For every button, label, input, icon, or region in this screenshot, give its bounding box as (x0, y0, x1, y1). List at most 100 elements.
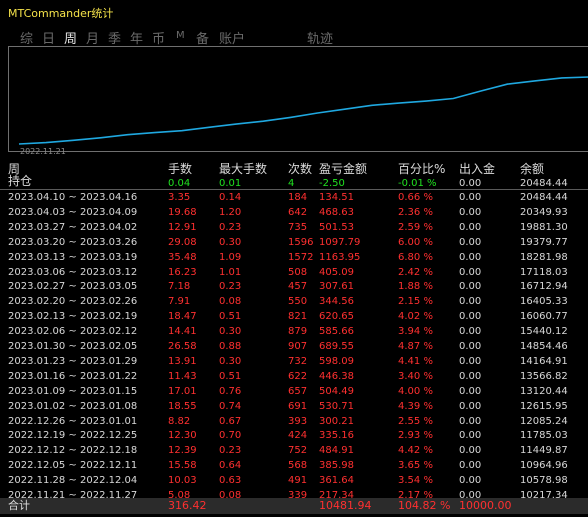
row-pct: 4.00 % (398, 385, 433, 397)
row-pct: 4.41 % (398, 355, 433, 367)
row-pct: 2.15 % (398, 296, 433, 308)
row-period: 2022.12.05 ~ 2022.12.11 (8, 460, 138, 472)
row-count: 393 (288, 415, 308, 427)
table-row[interactable]: 2023.01.30 ~ 2023.02.05 26.58 0.88 907 689.5… (0, 340, 588, 353)
table-row[interactable]: 2022.11.28 ~ 2022.12.04 10.03 0.63 491 361.6… (0, 474, 588, 487)
table-row[interactable]: 2022.12.19 ~ 2022.12.25 12.30 0.70 424 335.1… (0, 429, 588, 442)
table-row[interactable]: 2023.02.27 ~ 2023.03.05 7.18 0.23 457 307.61… (0, 280, 588, 293)
row-count: 732 (288, 355, 308, 367)
table-row[interactable]: 2023.02.20 ~ 2023.02.26 7.91 0.08 550 344.56… (0, 295, 588, 308)
row-period: 2023.02.06 ~ 2023.02.12 (8, 326, 138, 338)
total-label: 合计 (8, 499, 30, 512)
table-row[interactable]: 2023.03.27 ~ 2023.04.02 12.91 0.23 735 501.5… (0, 221, 588, 234)
row-period: 2023.02.13 ~ 2023.02.19 (8, 311, 138, 323)
table-row[interactable]: 2023.01.02 ~ 2023.01.08 18.55 0.74 691 530.7… (0, 400, 588, 413)
row-pct: 3.54 % (398, 475, 433, 487)
row-balance: 10578.98 (520, 475, 568, 487)
table-row[interactable]: 2023.01.09 ~ 2023.01.15 17.01 0.76 657 504.4… (0, 385, 588, 398)
row-lots: 16.23 (168, 266, 197, 278)
row-count: 907 (288, 341, 308, 352)
row-pl: 446.38 (319, 370, 354, 382)
tab-day[interactable]: 日 (42, 28, 55, 47)
row-io: 0.00 (459, 355, 482, 367)
row-count: 550 (288, 296, 308, 308)
tab-year[interactable]: 年 (130, 28, 143, 47)
table-row[interactable]: 2023.02.13 ~ 2023.02.19 18.47 0.51 821 620.6… (0, 310, 588, 323)
tab-quarter[interactable]: 季 (108, 28, 121, 47)
row-pl: 134.51 (319, 192, 354, 203)
window-title: MTCommander统计 (8, 7, 114, 20)
row-balance: 12085.24 (520, 415, 568, 427)
tab-account[interactable]: 账户 (219, 28, 245, 47)
row-pl: 307.61 (319, 281, 354, 293)
row-io: 0.00 (459, 221, 482, 233)
table-row[interactable]: 2023.02.06 ~ 2023.02.12 14.41 0.30 879 585.6… (0, 325, 588, 338)
row-pct: 6.00 % (398, 236, 433, 248)
row-pct: 6.80 % (398, 251, 433, 263)
row-balance: 20349.93 (520, 206, 568, 218)
row-pct: 2.42 % (398, 266, 433, 278)
tab-overview[interactable]: 综 (20, 28, 33, 47)
row-pl: 598.09 (319, 355, 354, 367)
table-row[interactable]: 2023.01.23 ~ 2023.01.29 13.91 0.30 732 598.0… (0, 355, 588, 368)
row-pct: 1.88 % (398, 281, 433, 293)
row-pl: 689.55 (319, 341, 354, 352)
total-pct: 104.82 % (398, 499, 451, 512)
title-bar: MTCommander统计 (0, 0, 588, 24)
row-period: 2023.03.13 ~ 2023.03.19 (8, 251, 138, 263)
row-max-lots: 0.23 (219, 281, 242, 293)
row-max-lots: 0.08 (219, 296, 242, 308)
row-max-lots: 0.30 (219, 236, 242, 248)
row-pl: 344.56 (319, 296, 354, 308)
row-lots: 18.55 (168, 400, 197, 412)
row-balance: 20484.44 (520, 192, 568, 203)
row-io: 0.00 (459, 236, 482, 248)
row-max-lots: 0.88 (219, 341, 242, 352)
row-io: 0.00 (459, 475, 482, 487)
row-count: 821 (288, 311, 308, 323)
row-balance: 11785.03 (520, 430, 568, 442)
tab-bar: 综 日 周 月 季 年 币 M 备 账户 轨迹 (0, 24, 588, 47)
row-count: 691 (288, 400, 308, 412)
row-lots: 12.91 (168, 221, 197, 233)
row-pl: 361.64 (319, 475, 354, 487)
row-count: 1572 (288, 251, 314, 263)
tab-week[interactable]: 周 (64, 28, 77, 47)
table-row[interactable]: 2022.12.26 ~ 2023.01.01 8.82 0.67 393 300.21… (0, 415, 588, 428)
row-balance: 13120.44 (520, 385, 568, 397)
table-row[interactable]: 2022.12.12 ~ 2022.12.18 12.39 0.23 752 484.9… (0, 444, 588, 457)
row-max-lots: 0.74 (219, 400, 242, 412)
row-count: 184 (288, 192, 308, 203)
table-row[interactable]: 2023.03.06 ~ 2023.03.12 16.23 1.01 508 405.0… (0, 266, 588, 279)
row-count: 424 (288, 430, 308, 442)
table-row[interactable]: 2023.01.16 ~ 2023.01.22 11.43 0.51 622 446.3… (0, 370, 588, 383)
row-io: 0.00 (459, 415, 482, 427)
row-io: 0.00 (459, 192, 482, 203)
table-row[interactable]: 2023.04.03 ~ 2023.04.09 19.68 1.20 642 468.6… (0, 206, 588, 219)
chart-start-date: 2022.11.21 (20, 147, 66, 156)
row-pct: 3.94 % (398, 326, 433, 338)
row-period: 2022.12.12 ~ 2022.12.18 (8, 445, 138, 457)
row-lots: 19.68 (168, 206, 197, 218)
total-lots: 316.42 (168, 499, 207, 512)
tab-note[interactable]: 备 (196, 28, 209, 47)
tab-currency[interactable]: 币 (152, 28, 165, 47)
row-period: 2023.02.20 ~ 2023.02.26 (8, 296, 138, 308)
row-io: 0.00 (459, 206, 482, 218)
tab-month[interactable]: 月 (86, 28, 99, 47)
table-row[interactable]: 2023.03.13 ~ 2023.03.19 35.48 1.09 1572 1163… (0, 251, 588, 264)
table-row[interactable]: 2023.03.20 ~ 2023.03.26 29.08 0.30 1596 1097… (0, 236, 588, 249)
row-lots: 12.30 (168, 430, 197, 442)
table-row[interactable]: 2023.04.10 ~ 2023.04.16 3.35 0.14 184 134.51… (0, 191, 588, 204)
row-count: 508 (288, 266, 308, 278)
row-pct: 3.65 % (398, 460, 433, 472)
tab-trajectory[interactable]: 轨迹 (307, 28, 333, 47)
row-pl: 1163.95 (319, 251, 361, 263)
row-balance: 16405.33 (520, 296, 568, 308)
row-pl: 385.98 (319, 460, 354, 472)
tab-magic[interactable]: M (176, 30, 185, 41)
row-max-lots: 0.76 (219, 385, 242, 397)
row-pl: 335.16 (319, 430, 354, 442)
row-io: 0.00 (459, 385, 482, 397)
table-row[interactable]: 2022.12.05 ~ 2022.12.11 15.58 0.64 568 385.9… (0, 459, 588, 472)
